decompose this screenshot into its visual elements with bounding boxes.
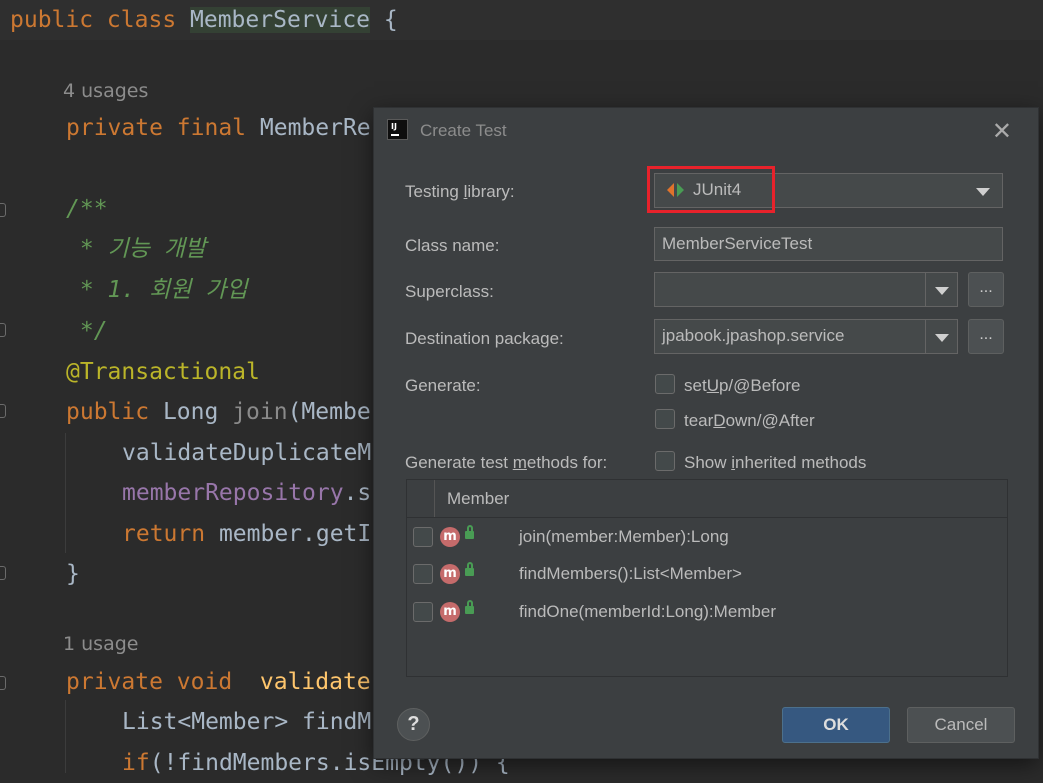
public-lock-icon — [465, 600, 474, 614]
chevron-down-icon — [934, 333, 949, 342]
table-row[interactable]: m findOne(memberId:Long):Member — [407, 594, 1007, 631]
indent-guide — [65, 700, 66, 773]
code-token: join — [232, 399, 288, 425]
public-lock-icon — [465, 562, 474, 576]
dialog-titlebar[interactable]: IJ Create Test ✕ — [374, 108, 1038, 154]
code-token: public — [66, 399, 163, 425]
table-row[interactable]: m findMembers():List<Member> — [407, 556, 1007, 593]
fold-marker-icon[interactable] — [0, 566, 6, 580]
code-line: return member.getI — [122, 514, 371, 554]
code-line: public Long join(Membe — [66, 392, 371, 432]
chevron-down-icon — [934, 286, 949, 295]
close-icon[interactable]: ✕ — [992, 117, 1012, 145]
code-token: /** — [66, 196, 108, 222]
code-line: private final MemberRe — [66, 108, 371, 148]
indent-guide — [65, 433, 66, 553]
teardown-checkbox[interactable] — [655, 409, 675, 429]
method-signature: findOne(memberId:Long):Member — [519, 602, 777, 621]
code-line: /** — [66, 189, 108, 229]
cancel-button[interactable]: Cancel — [907, 707, 1015, 743]
row-checkbox[interactable] — [413, 527, 433, 547]
code-token: */ — [66, 318, 108, 344]
public-lock-icon — [465, 525, 474, 539]
setup-checkbox-label[interactable]: setUp/@Before — [684, 376, 801, 396]
superclass-browse-button[interactable]: ... — [968, 272, 1004, 307]
code-line: List<Member> findM — [122, 702, 371, 742]
dialog-title: Create Test — [420, 121, 507, 140]
code-token: MemberService — [190, 7, 371, 33]
code-line: * 기능 개발 — [66, 229, 206, 269]
code-token: @Transactional — [66, 359, 260, 385]
code-token: } — [66, 561, 80, 587]
code-token: * 기능 개발 — [66, 236, 207, 262]
usages-hint[interactable]: 4 usages — [63, 80, 148, 102]
superclass-combo[interactable] — [654, 272, 958, 307]
destination-package-combo[interactable]: jpabook.jpashop.service — [654, 319, 958, 354]
code-line: * 1. 회원 가입 — [66, 270, 248, 310]
code-token: .s — [343, 480, 372, 506]
generate-methods-label: Generate test methods for: — [405, 453, 608, 472]
table-header: Member — [407, 480, 1007, 518]
code-line: */ — [66, 311, 108, 351]
code-line: public class MemberService { — [10, 0, 398, 40]
testing-library-highlight — [647, 166, 775, 213]
chevron-down-icon — [976, 187, 990, 196]
code-line: @Transactional — [66, 352, 260, 392]
code-line: validateDuplicateM — [122, 433, 371, 473]
ok-button[interactable]: OK — [782, 707, 890, 743]
superclass-dropdown-button[interactable] — [925, 273, 957, 306]
code-token: validateDuplicateM — [122, 440, 372, 466]
code-token: public class — [10, 7, 191, 33]
setup-checkbox[interactable] — [655, 374, 675, 394]
fold-marker-icon[interactable] — [0, 203, 6, 217]
code-token: private void — [66, 669, 260, 695]
code-token: return — [122, 521, 219, 547]
destination-package-label: Destination package: — [405, 329, 564, 348]
testing-library-label: Testing library: — [405, 182, 515, 201]
code-token: Long — [162, 399, 233, 425]
code-token: member.getI — [218, 521, 372, 547]
method-signature: findMembers():List<Member> — [519, 564, 742, 583]
fold-marker-icon[interactable] — [0, 404, 6, 418]
fold-marker-icon[interactable] — [0, 676, 6, 690]
code-token: private final — [66, 115, 260, 141]
fold-marker-icon[interactable] — [0, 323, 6, 337]
header-member: Member — [447, 489, 510, 508]
method-icon: m — [440, 527, 460, 547]
help-button[interactable]: ? — [397, 708, 430, 741]
show-inherited-label[interactable]: Show inherited methods — [684, 453, 866, 473]
class-name-input[interactable]: MemberServiceTest — [654, 227, 1003, 261]
table-row[interactable]: m join(member:Member):Long — [407, 519, 1007, 556]
code-line: private void validate — [66, 662, 371, 702]
usages-hint[interactable]: 1 usage — [63, 633, 138, 655]
code-token: { — [370, 7, 398, 33]
code-line: } — [66, 554, 80, 594]
method-icon: m — [440, 564, 460, 584]
destination-package-value: jpabook.jpashop.service — [662, 326, 845, 345]
code-token: * 1. 회원 가입 — [66, 277, 248, 303]
code-token: MemberRe — [259, 115, 371, 141]
row-checkbox[interactable] — [413, 564, 433, 584]
teardown-checkbox-label[interactable]: tearDown/@After — [684, 411, 815, 431]
code-line: memberRepository.s — [122, 473, 371, 513]
members-table[interactable]: Member m join(member:Member):Long m find… — [406, 479, 1008, 677]
destination-dropdown-button[interactable] — [925, 320, 957, 353]
generate-label: Generate: — [405, 376, 481, 395]
method-icon: m — [440, 602, 460, 622]
code-token: if — [122, 750, 150, 776]
code-token: (Membe — [287, 399, 371, 425]
show-inherited-checkbox[interactable] — [655, 451, 675, 471]
destination-browse-button[interactable]: ... — [968, 319, 1004, 354]
superclass-label: Superclass: — [405, 282, 494, 301]
intellij-app-icon: IJ — [387, 119, 408, 140]
header-divider — [434, 480, 435, 517]
row-checkbox[interactable] — [413, 602, 433, 622]
method-signature: join(member:Member):Long — [519, 527, 729, 546]
code-token: validate — [259, 669, 371, 695]
class-name-label: Class name: — [405, 236, 500, 255]
code-token: memberRepository — [122, 480, 344, 506]
code-token: List<Member> findM — [122, 709, 372, 735]
